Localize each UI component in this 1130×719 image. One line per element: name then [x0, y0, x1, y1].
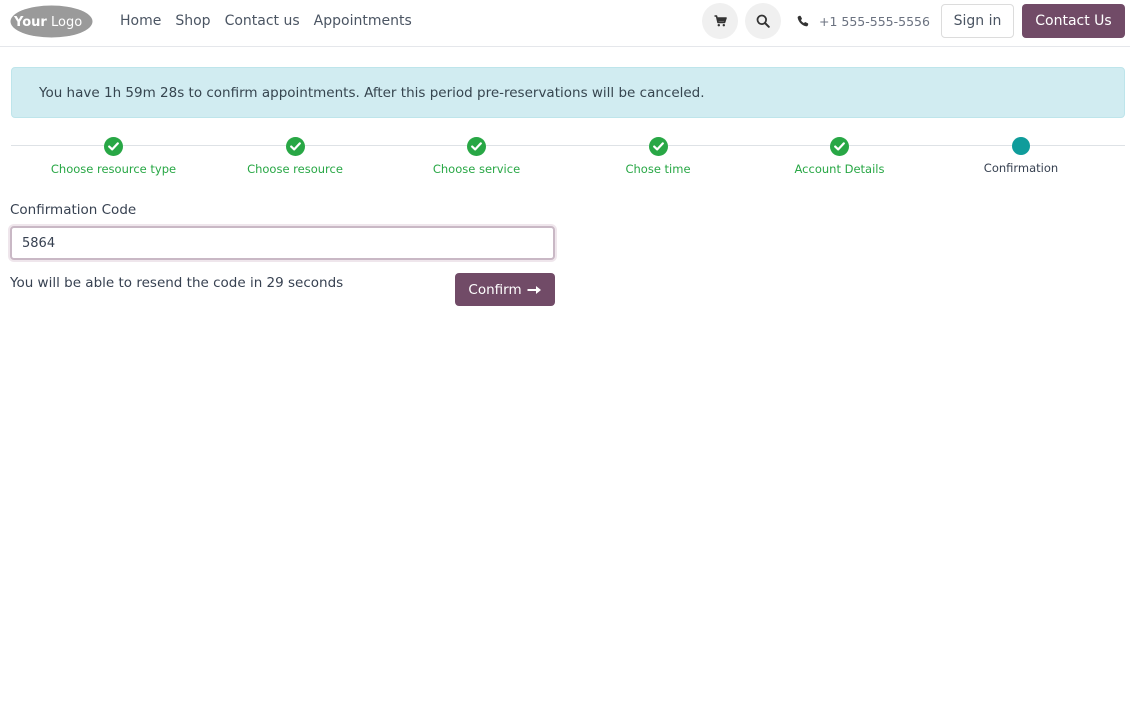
step-label: Choose service: [432, 162, 521, 176]
step-label: Choose resource type: [50, 162, 177, 176]
step-complete-dot: [467, 137, 486, 156]
nav-link-home[interactable]: Home: [113, 13, 168, 29]
confirmation-code-input[interactable]: [10, 226, 555, 260]
check-icon: [289, 142, 301, 151]
resend-code-notice: You will be able to resend the code in 2…: [10, 275, 344, 291]
step-5: Account Details: [749, 134, 930, 176]
logo-text-logo: Logo: [51, 15, 82, 30]
confirm-button[interactable]: Confirm: [455, 273, 555, 306]
arrow-right-icon: [527, 285, 541, 294]
main-nav: Home Shop Contact us Appointments: [113, 0, 419, 42]
step-1: Choose resource type: [23, 134, 204, 176]
step-3: Choose service: [386, 134, 567, 176]
logo-text-your: Your: [13, 15, 47, 30]
check-icon: [834, 142, 845, 151]
step-label: Chose time: [625, 162, 691, 176]
phone-contact[interactable]: +1 555-555-5556: [797, 12, 930, 30]
cart-icon: [714, 15, 727, 27]
phone-number: +1 555-555-5556: [819, 13, 930, 29]
search-button[interactable]: [745, 3, 781, 39]
sign-in-button[interactable]: Sign in: [941, 4, 1014, 38]
check-icon: [652, 142, 664, 151]
step-label: Choose resource: [247, 162, 343, 176]
step-complete-dot: [648, 137, 668, 156]
site-logo[interactable]: Your Logo: [10, 5, 93, 38]
cart-button[interactable]: [702, 3, 738, 39]
search-icon: [756, 14, 770, 28]
step-6: Confirmation: [931, 134, 1112, 175]
nav-link-contact-us[interactable]: Contact us: [218, 13, 307, 29]
booking-stepper: Choose resource type Choose resource Choos…: [11, 134, 1125, 184]
step-complete-dot: [830, 137, 849, 156]
contact-us-button[interactable]: Contact Us: [1022, 4, 1125, 38]
confirm-button-label: Confirm: [468, 281, 522, 298]
step-complete-dot: [285, 137, 305, 156]
step-2: Choose resource: [205, 134, 386, 176]
step-complete-dot: [104, 137, 123, 156]
step-label: Confirmation: [983, 161, 1059, 175]
check-icon: [108, 142, 119, 151]
reservation-timer-alert: You have 1h 59m 28s to confirm appointme…: [11, 67, 1125, 118]
nav-link-shop[interactable]: Shop: [168, 13, 217, 29]
alert-text: You have 1h 59m 28s to confirm appointme…: [39, 84, 705, 101]
step-label: Account Details: [794, 162, 885, 176]
phone-icon: [797, 15, 809, 27]
check-icon: [471, 142, 482, 151]
confirmation-code-label: Confirmation Code: [10, 202, 137, 218]
site-header: Your Logo Home Shop Contact us Appointme…: [0, 0, 1130, 47]
step-4: Chose time: [568, 134, 749, 176]
step-current-dot: [1012, 137, 1030, 155]
nav-link-appointments[interactable]: Appointments: [307, 13, 419, 29]
